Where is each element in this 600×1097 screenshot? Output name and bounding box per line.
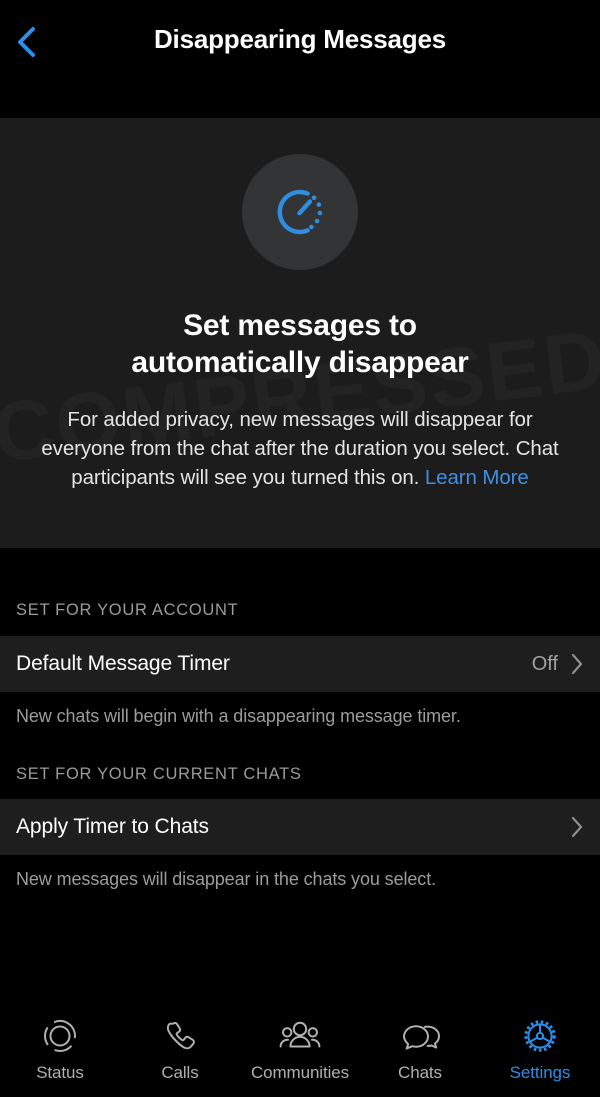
section-header-account: SET FOR YOUR ACCOUNT (16, 601, 239, 619)
tab-status[interactable]: Status (0, 1016, 120, 1083)
tab-label: Settings (509, 1063, 571, 1082)
hero-title-line-2: automatically disappear (131, 345, 469, 379)
tab-chats[interactable]: Chats (360, 1016, 480, 1083)
hero-description: For added privacy, new messages will dis… (38, 405, 562, 492)
tab-settings[interactable]: Settings (480, 1016, 600, 1083)
tab-communities[interactable]: Communities (240, 1016, 360, 1083)
gear-icon (520, 1016, 560, 1056)
row-apply-timer-to-chats[interactable]: Apply Timer to Chats (0, 799, 600, 855)
page-title: Disappearing Messages (153, 24, 447, 54)
disappearing-messages-screen: Disappearing Messages COMPRESSED (0, 0, 600, 1097)
phone-icon (161, 1016, 199, 1056)
hero-icon-circle (242, 154, 358, 270)
tab-label: Chats (398, 1063, 442, 1082)
chevron-right-icon (570, 652, 584, 676)
status-ring-icon (41, 1016, 79, 1056)
chat-bubbles-icon (398, 1016, 442, 1056)
people-group-icon (278, 1016, 322, 1056)
section-header-current-chats: SET FOR YOUR CURRENT CHATS (16, 765, 302, 783)
hero-title-line-1: Set messages to (183, 309, 417, 342)
chevron-right-icon (570, 815, 584, 839)
hero-title: Set messages to automatically disappear (40, 308, 560, 381)
tab-calls[interactable]: Calls (120, 1016, 240, 1083)
bottom-tab-bar: Status Calls Communities Chats Settings (0, 1000, 600, 1097)
hero-panel: COMPRESSED Set messages to au (0, 118, 600, 548)
row-default-message-timer[interactable]: Default Message Timer Off (0, 636, 600, 692)
tab-label: Calls (161, 1063, 199, 1082)
row-label: Apply Timer to Chats (16, 815, 209, 838)
footer-text-current-chats: New messages will disappear in the chats… (16, 869, 437, 889)
default-timer-value: Off (531, 652, 558, 675)
navigation-bar: Disappearing Messages (0, 0, 600, 118)
learn-more-link[interactable]: Learn More (425, 466, 529, 489)
row-label: Default Message Timer (16, 652, 230, 675)
footer-text-account: New chats will begin with a disappearing… (16, 706, 461, 726)
disappearing-timer-icon (273, 185, 327, 239)
tab-label: Communities (250, 1063, 350, 1082)
tab-label: Status (36, 1063, 84, 1082)
